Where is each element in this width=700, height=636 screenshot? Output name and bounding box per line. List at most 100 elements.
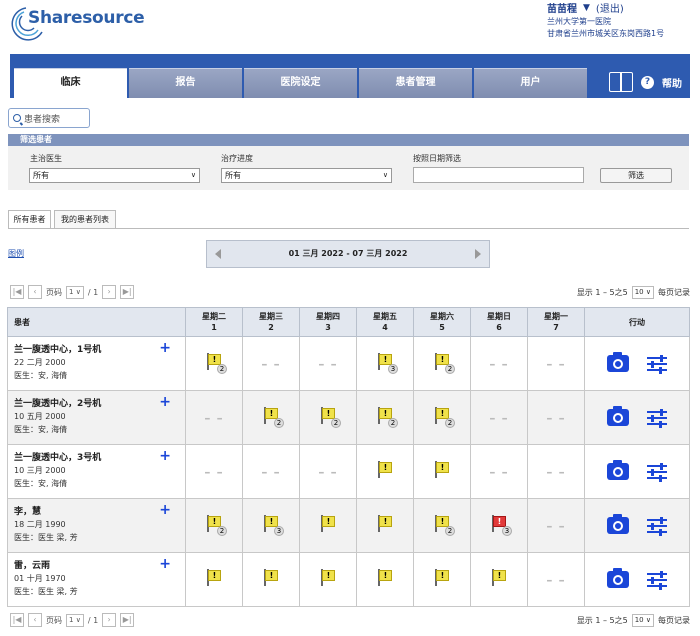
per-page-select[interactable]: 10 ∨ [631, 286, 654, 299]
camera-icon[interactable] [607, 352, 629, 372]
day-cell[interactable]: ! [356, 444, 414, 499]
progress-select[interactable]: 所有 ∨ [221, 168, 392, 183]
alert-flag-icon[interactable]: ! 2 [319, 406, 341, 428]
day-cell[interactable]: ! 2 [185, 336, 243, 391]
page-select[interactable]: 1 ∨ [66, 285, 84, 299]
legend-link[interactable]: 图例 [8, 248, 24, 259]
no-data-dash: – – [489, 410, 509, 425]
alert-flag-icon[interactable]: ! 2 [262, 406, 284, 428]
alert-flag-icon[interactable]: ! [376, 514, 394, 534]
patient-doctor: 医生：医生 梁, 芳 [14, 533, 78, 542]
settings-tune-icon[interactable] [647, 354, 667, 374]
add-plus-icon[interactable]: + [159, 395, 171, 409]
alert-flag-icon[interactable]: ! [262, 568, 280, 588]
camera-icon[interactable] [607, 460, 629, 480]
flag-count-badge: 3 [274, 526, 284, 536]
logout-link[interactable]: (退出) [596, 0, 624, 15]
alert-flag-icon[interactable]: ! 2 [433, 352, 455, 374]
camera-icon[interactable] [607, 406, 629, 426]
prev-page-icon[interactable]: ‹ [28, 285, 42, 299]
day-cell[interactable]: ! [413, 552, 471, 607]
day-cell[interactable]: ! [470, 552, 528, 607]
first-page-icon[interactable]: |◀ [10, 285, 24, 299]
day-cell[interactable]: ! 3 [470, 498, 528, 553]
tab-reports[interactable]: 报告 [129, 68, 242, 98]
tab-all-patients[interactable]: 所有患者 [8, 210, 51, 228]
last-page-icon[interactable]: ▶| [120, 613, 135, 627]
settings-tune-icon[interactable] [647, 462, 667, 482]
next-week-arrow-icon[interactable] [475, 249, 481, 259]
alert-flag-icon[interactable]: ! [376, 568, 394, 588]
tab-hospital-settings[interactable]: 医院设定 [244, 68, 357, 98]
alert-flag-icon[interactable]: ! 3 [376, 352, 398, 374]
page-select[interactable]: 1 ∨ [66, 613, 84, 627]
alert-flag-icon[interactable]: ! [205, 568, 223, 588]
manual-book-icon[interactable] [609, 72, 633, 92]
prev-page-icon[interactable]: ‹ [28, 613, 42, 627]
search-icon [13, 114, 21, 122]
next-page-icon[interactable]: › [102, 285, 117, 299]
tab-users[interactable]: 用户 [474, 68, 587, 98]
display-count: 显示 1 – 5之5 [576, 616, 628, 625]
day-cell[interactable]: ! 2 [242, 390, 300, 445]
per-page-select[interactable]: 10 ∨ [631, 614, 654, 627]
add-plus-icon[interactable]: + [159, 341, 171, 355]
day-cell[interactable]: ! 3 [356, 336, 414, 391]
day-cell[interactable]: ! [299, 552, 357, 607]
prev-week-arrow-icon[interactable] [215, 249, 221, 259]
day-cell: – – [470, 336, 528, 391]
table-row: 雷，云雨 01 十月 1970 医生：医生 梁, 芳 +!!!!!! – – [7, 552, 690, 607]
alert-flag-icon[interactable]: ! [319, 514, 337, 534]
day-cell[interactable]: ! 2 [413, 336, 471, 391]
alert-flag-icon[interactable]: ! [433, 568, 451, 588]
alert-flag-icon[interactable]: ! [433, 460, 451, 480]
red-alert-flag-icon[interactable]: ! 3 [490, 514, 512, 536]
add-plus-icon[interactable]: + [159, 449, 171, 463]
alert-flag-icon[interactable]: ! 2 [433, 514, 455, 536]
next-page-icon[interactable]: › [102, 613, 117, 627]
patient-search-input[interactable]: 患者搜索 [8, 108, 90, 128]
doctor-select[interactable]: 所有 ∨ [29, 168, 200, 183]
help-link[interactable]: 帮助 [662, 75, 682, 90]
day-cell[interactable]: ! 2 [413, 498, 471, 553]
tab-patient-management[interactable]: 患者管理 [359, 68, 472, 98]
alert-flag-icon[interactable]: ! 2 [205, 352, 227, 374]
date-filter-input[interactable] [413, 167, 584, 183]
dropdown-caret-icon[interactable]: ▼ [583, 3, 590, 13]
day-cell[interactable]: ! 2 [356, 390, 414, 445]
day-cell[interactable]: ! [413, 444, 471, 499]
alert-flag-icon[interactable]: ! 2 [433, 406, 455, 428]
tab-my-patients[interactable]: 我的患者列表 [54, 210, 116, 228]
first-page-icon[interactable]: |◀ [10, 613, 24, 627]
patient-cell: 兰一腹透中心，3号机 10 三月 2000 医生：安, 海倩 + [7, 444, 186, 499]
day-cell[interactable]: ! [356, 552, 414, 607]
action-cell [584, 390, 690, 445]
day-cell[interactable]: ! [356, 498, 414, 553]
alert-flag-icon[interactable]: ! 3 [262, 514, 284, 536]
help-icon[interactable]: ? [641, 75, 654, 89]
settings-tune-icon[interactable] [647, 516, 667, 536]
day-cell[interactable]: ! 2 [299, 390, 357, 445]
day-cell[interactable]: ! [185, 552, 243, 607]
add-plus-icon[interactable]: + [159, 557, 171, 571]
alert-flag-icon[interactable]: ! 2 [376, 406, 398, 428]
day-cell: – – [185, 390, 243, 445]
alert-flag-icon[interactable]: ! [490, 568, 508, 588]
alert-flag-icon[interactable]: ! 2 [205, 514, 227, 536]
camera-icon[interactable] [607, 514, 629, 534]
settings-tune-icon[interactable] [647, 408, 667, 428]
add-plus-icon[interactable]: + [159, 503, 171, 517]
camera-icon[interactable] [607, 568, 629, 588]
alert-flag-icon[interactable]: ! [319, 568, 337, 588]
day-cell[interactable]: ! 2 [185, 498, 243, 553]
filter-button[interactable]: 筛选 [600, 168, 672, 183]
user-name[interactable]: 苗苗程 [547, 0, 577, 15]
day-cell[interactable]: ! [299, 498, 357, 553]
day-cell[interactable]: ! 2 [413, 390, 471, 445]
settings-tune-icon[interactable] [647, 570, 667, 590]
last-page-icon[interactable]: ▶| [120, 285, 135, 299]
day-cell[interactable]: ! 3 [242, 498, 300, 553]
day-cell[interactable]: ! [242, 552, 300, 607]
alert-flag-icon[interactable]: ! [376, 460, 394, 480]
tab-clinical[interactable]: 临床 [14, 68, 127, 98]
